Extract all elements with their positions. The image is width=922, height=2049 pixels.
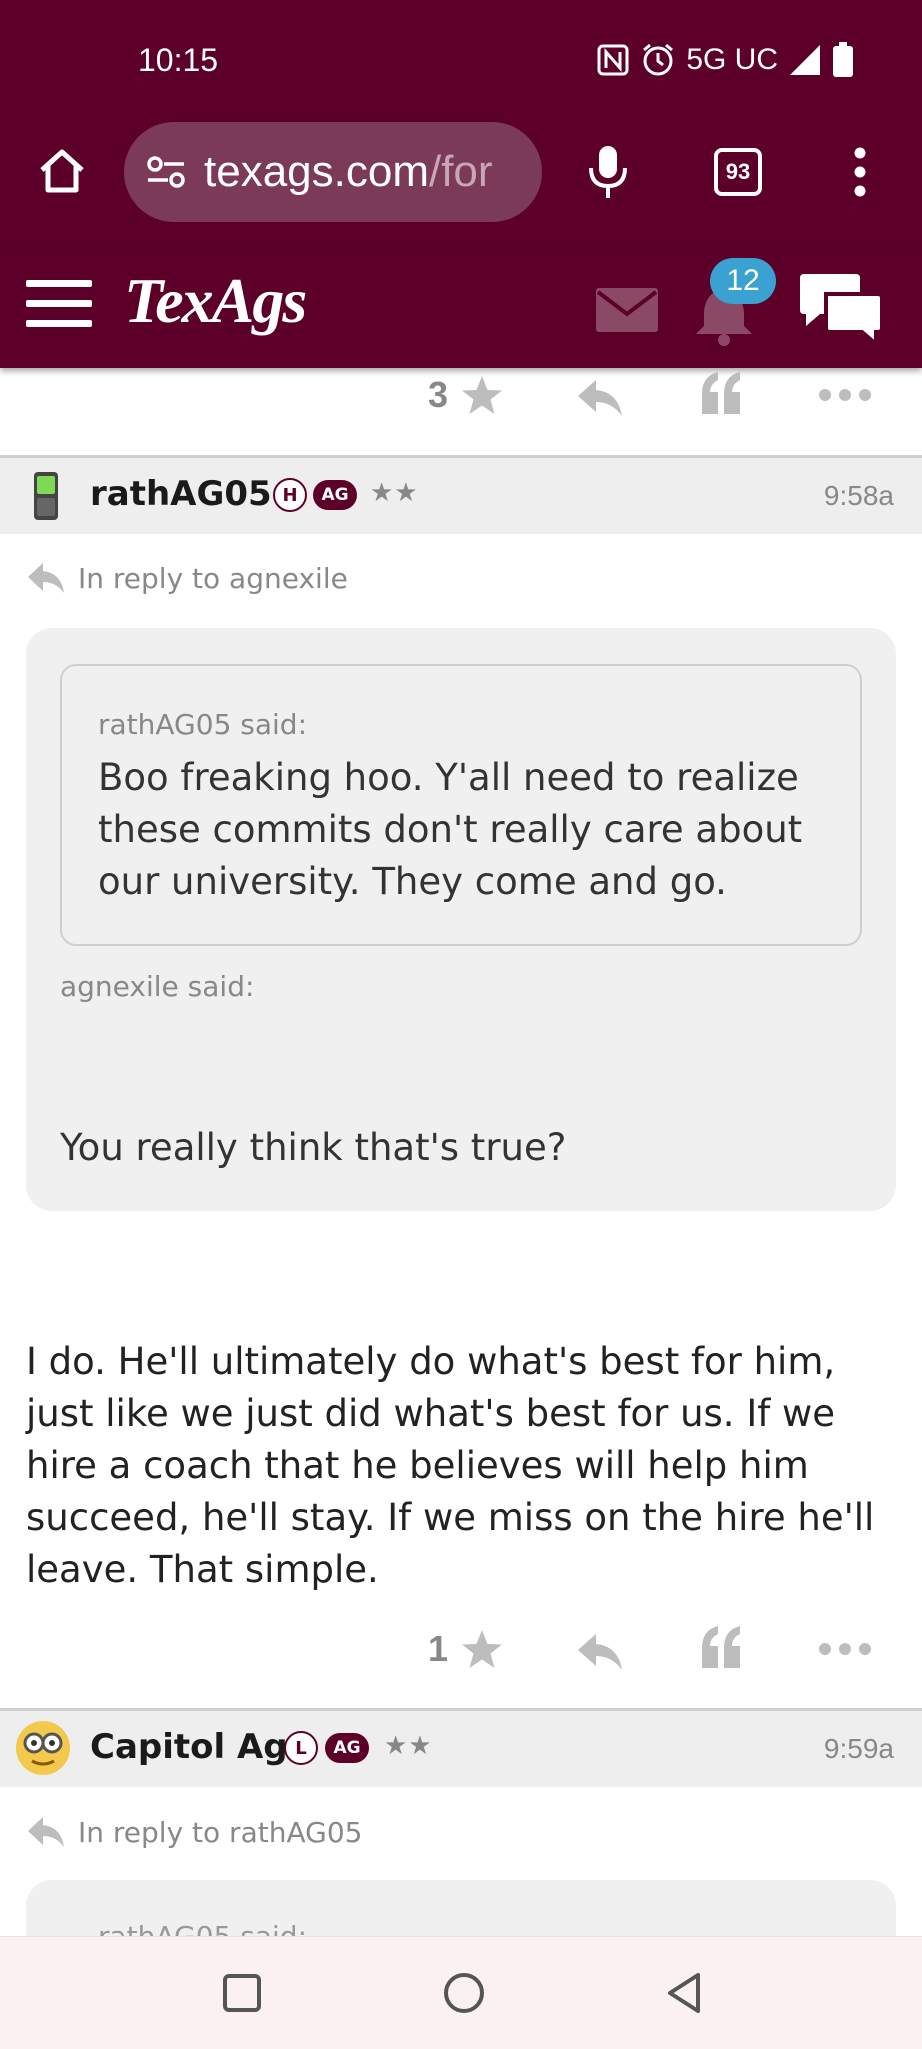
reply-arrow-icon	[28, 1817, 64, 1847]
post-time: 9:59a	[823, 1733, 894, 1764]
home-icon[interactable]	[36, 144, 88, 196]
menu-icon[interactable]	[26, 278, 92, 330]
more-vert-icon[interactable]	[852, 146, 868, 198]
post-author[interactable]: Capitol Ag	[90, 1727, 288, 1767]
quote-icon[interactable]	[700, 370, 742, 414]
status-time: 10:15	[138, 42, 219, 78]
ag-badge: AG	[313, 480, 357, 510]
quote-author: agnexile said:	[60, 970, 255, 1003]
rank-badge: H	[273, 478, 307, 512]
tab-switcher-button[interactable]: 93	[714, 148, 762, 196]
reply-to-text: In reply to agnexile	[78, 561, 348, 595]
post-author[interactable]: rathAG05	[90, 474, 272, 514]
address-bar[interactable]: texags.com/for	[124, 122, 542, 222]
reply-icon[interactable]	[576, 378, 624, 418]
user-stars: ★★	[384, 1731, 433, 1761]
url-host: texags.com	[204, 147, 429, 196]
site-settings-icon[interactable]	[144, 150, 188, 194]
nested-quote: rathAG05 said: Boo freaking hoo. Y'all n…	[60, 664, 862, 946]
url-text[interactable]: texags.com/for	[204, 147, 493, 197]
star-icon[interactable]	[460, 374, 504, 418]
avatar[interactable]	[24, 470, 68, 522]
quote-icon[interactable]	[700, 1624, 742, 1668]
status-bar: 10:15 5G UC	[0, 0, 922, 122]
reply-icon[interactable]	[576, 1632, 624, 1672]
rank-badge: L	[284, 1731, 318, 1765]
network-type: 5G UC	[686, 43, 778, 76]
browser-toolbar: texags.com/for 93	[0, 122, 922, 244]
signal-icon	[790, 45, 820, 75]
post-time: 9:58a	[823, 480, 894, 511]
mail-icon[interactable]	[596, 288, 658, 332]
avatar[interactable]	[14, 1719, 72, 1777]
post-header: Capitol Ag L AG ★★ 9:59a	[0, 1711, 922, 1787]
more-horiz-icon[interactable]	[818, 388, 872, 402]
more-horiz-icon[interactable]	[818, 1642, 872, 1656]
chat-icon[interactable]	[796, 272, 886, 346]
url-path: /for	[428, 147, 493, 196]
quote-block: rathAG05 said: Boo freaking hoo. Y'all n…	[26, 628, 896, 1211]
star-icon[interactable]	[460, 1628, 504, 1672]
post-body: I do. He'll ultimately do what's best fo…	[26, 1340, 875, 1591]
star-count: 3	[428, 374, 449, 415]
reply-to-link[interactable]: In reply to agnexile	[26, 558, 348, 598]
status-icons: 5G UC	[596, 40, 854, 80]
ag-badge: AG	[325, 1733, 369, 1763]
quote-text: You really think that's true?	[60, 1126, 567, 1169]
user-stars: ★★	[370, 478, 419, 508]
home-circle-icon[interactable]	[442, 1971, 486, 2015]
microphone-icon[interactable]	[586, 144, 630, 200]
site-header: TexAgs	[0, 244, 922, 368]
recent-apps-icon[interactable]	[222, 1973, 262, 2013]
battery-icon	[833, 42, 853, 77]
notification-count-badge: 12	[710, 258, 776, 304]
post-header: rathAG05 H AG ★★ 9:58a	[0, 458, 922, 534]
site-logo[interactable]: TexAgs	[124, 264, 307, 338]
reply-arrow-icon	[28, 563, 64, 593]
star-count: 1	[428, 1628, 449, 1669]
post-actions: 3	[0, 358, 922, 438]
reply-to-link[interactable]: In reply to rathAG05	[26, 1812, 362, 1852]
alarm-icon	[643, 43, 674, 76]
nested-quote-author: rathAG05 said:	[98, 708, 308, 741]
post-actions: 1	[0, 1612, 922, 1692]
nested-quote-text: Boo freaking hoo. Y'all need to realize …	[98, 756, 803, 903]
reply-to-text: In reply to rathAG05	[78, 1815, 363, 1849]
nfc-icon	[597, 44, 629, 76]
system-nav-bar	[0, 1936, 922, 2049]
back-icon[interactable]	[662, 1971, 706, 2015]
